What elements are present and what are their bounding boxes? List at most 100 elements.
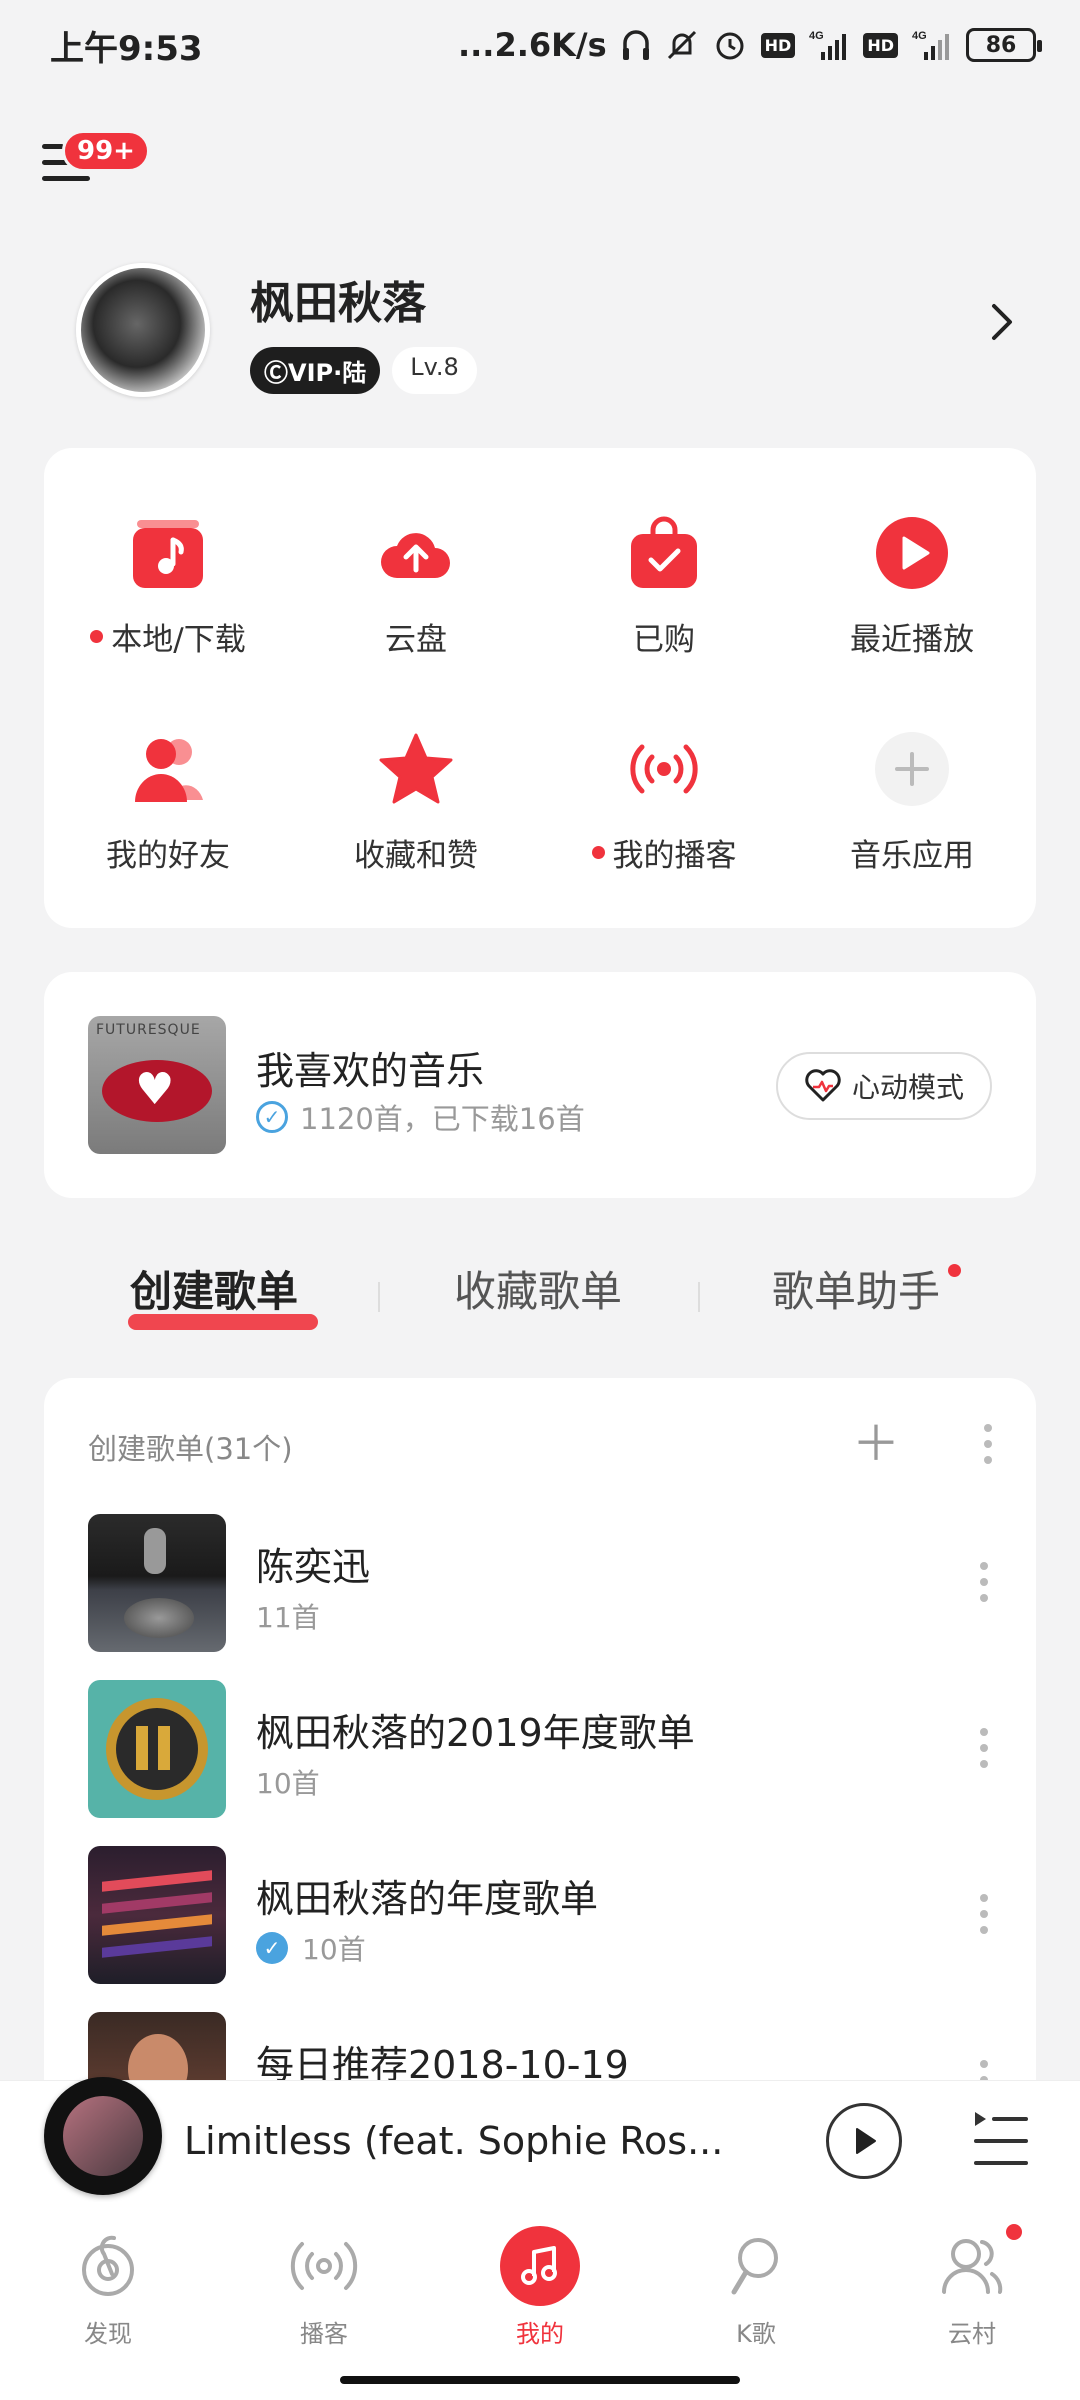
playlist-row[interactable]: 陈奕迅 11首	[88, 1514, 992, 1654]
grid-label: 本地/下载	[111, 622, 246, 658]
playlist-title: 枫田秋落的年度歌单	[256, 1877, 599, 1921]
liked-music-card[interactable]: FUTURESQUE ♥ 我喜欢的音乐 ✓ 1120首，已下载16首 心动模式	[44, 972, 1036, 1198]
more-icon[interactable]	[984, 1424, 992, 1464]
music-note-icon	[521, 2246, 557, 2285]
queue-play-icon	[975, 2112, 986, 2126]
playlists-header: 创建歌单(31个)	[88, 1432, 293, 1466]
playlist-cover	[88, 1514, 226, 1652]
liked-music-cover[interactable]: FUTURESQUE ♥	[88, 1016, 226, 1154]
status-icons: ...2.6K/s HD 4G HD 4G 86	[457, 26, 1042, 64]
battery-level: 86	[985, 32, 1017, 58]
play-button[interactable]	[826, 2103, 902, 2179]
network-speed: ...2.6K/s	[457, 26, 607, 64]
home-indicator[interactable]	[340, 2376, 740, 2384]
status-time: 上午9:53	[50, 28, 203, 69]
playlist-row[interactable]: 枫田秋落的2019年度歌单 10首	[88, 1680, 992, 1820]
nav-podcast[interactable]: 播客	[254, 2226, 394, 2349]
playlist-queue-button[interactable]	[974, 2111, 1028, 2171]
mini-player[interactable]: Limitless (feat. Sophie Ros...	[0, 2077, 1080, 2202]
grid-item-purchased[interactable]: 已购	[540, 514, 788, 659]
nav-discover[interactable]: 发现	[38, 2226, 178, 2349]
red-dot	[90, 630, 104, 643]
profile-name: 枫田秋落	[250, 277, 426, 329]
grid-label-row: 我的好友	[44, 830, 292, 875]
microphone-icon	[731, 2238, 778, 2295]
nav-community[interactable]: 云村	[902, 2224, 1042, 2349]
heartbeat-icon	[805, 1069, 841, 1102]
grid-item-favorites[interactable]: 收藏和赞	[292, 730, 540, 875]
more-icon[interactable]	[980, 1894, 988, 1934]
heart-mode-button[interactable]: 心动模式	[775, 1052, 992, 1120]
avatar[interactable]	[76, 263, 210, 397]
cloud-upload-icon	[381, 533, 450, 578]
notification-badge: 99+	[62, 130, 150, 172]
playlist-count: 10首	[256, 1767, 320, 1800]
playlist-count-row: ✓ 10首	[256, 1928, 366, 1968]
nav-mine[interactable]: 我的	[470, 2226, 610, 2349]
nav-label: 我的	[516, 2320, 564, 2348]
grid-item-local-download[interactable]: 本地/下载	[44, 514, 292, 659]
grid-item-recent-played[interactable]: 最近播放	[788, 514, 1036, 659]
grid-label-row: 收藏和赞	[292, 830, 540, 875]
grid-item-my-podcast[interactable]: 我的播客	[540, 730, 788, 875]
playlist-queue-icon	[992, 2117, 1028, 2121]
grid-label: 收藏和赞	[354, 838, 478, 874]
svg-text:4G: 4G	[912, 30, 927, 42]
hd-icon: HD	[863, 32, 898, 58]
mini-player-disc[interactable]	[44, 2077, 162, 2195]
svg-text:4G: 4G	[809, 30, 824, 42]
tab-divider	[698, 1282, 700, 1312]
playlist-cover	[88, 1846, 226, 1984]
star-icon	[379, 733, 453, 804]
playlist-title: 枫田秋落的2019年度歌单	[256, 1711, 695, 1755]
grid-item-cloud[interactable]: 云盘	[292, 514, 540, 659]
podcast-icon	[290, 2242, 358, 2290]
discover-icon	[82, 2235, 134, 2296]
level-badge[interactable]: Lv.8	[392, 346, 477, 394]
check-icon: ✓	[256, 1101, 288, 1133]
grid-label: 最近播放	[850, 622, 974, 658]
grid-label: 已购	[633, 622, 695, 658]
signal-4g-icon: 4G	[912, 30, 949, 60]
bottom-navigation: 发现 播客 我的 K歌 云村	[0, 2202, 1080, 2400]
red-dot	[1006, 2224, 1022, 2240]
podcast-icon	[630, 744, 698, 794]
grid-label-row: 音乐应用	[788, 830, 1036, 875]
grid-label: 云盘	[385, 622, 447, 658]
feature-grid: 本地/下载 云盘 已购 最近播放 我的好友 收藏和赞 我的播客 音乐应用	[44, 448, 1036, 928]
nav-karaoke[interactable]: K歌	[686, 2226, 826, 2349]
profile-row[interactable]: 枫田秋落 ⒸVIP·陆 Lv.8	[76, 262, 1016, 398]
heart-icon: ♥	[135, 1064, 175, 1115]
grid-label-row: 云盘	[292, 614, 540, 659]
mute-icon	[667, 30, 696, 60]
more-icon[interactable]	[980, 1728, 988, 1768]
tab-created-playlists[interactable]: 创建歌单	[130, 1258, 298, 1319]
grid-label: 音乐应用	[850, 838, 974, 874]
grid-item-music-apps[interactable]: 音乐应用	[788, 730, 1036, 875]
red-dot	[948, 1264, 961, 1277]
plus-icon	[875, 732, 949, 806]
tab-playlist-assistant[interactable]: 歌单助手	[772, 1258, 940, 1319]
menu-button[interactable]: 99+	[42, 130, 152, 200]
grid-label: 我的好友	[106, 838, 230, 874]
nav-label: 播客	[300, 2320, 348, 2348]
playlist-tabs: 创建歌单 收藏歌单 歌单助手	[0, 1258, 1080, 1338]
play-circle-icon	[876, 517, 948, 589]
created-playlists-card: 创建歌单(31个) ＋ 陈奕迅 11首 枫田秋落的2019年度歌单 10首 枫田…	[44, 1378, 1036, 2150]
nav-label: 发现	[84, 2320, 132, 2348]
verified-icon: ✓	[256, 1932, 288, 1964]
playlist-row[interactable]: 枫田秋落的年度歌单 ✓ 10首	[88, 1846, 992, 1986]
more-icon[interactable]	[980, 1562, 988, 1602]
grid-label-row: 我的播客	[540, 830, 788, 875]
chevron-right-icon[interactable]	[988, 302, 1016, 342]
grid-label-row: 最近播放	[788, 614, 1036, 659]
tab-collected-playlists[interactable]: 收藏歌单	[454, 1258, 622, 1319]
grid-item-friends[interactable]: 我的好友	[44, 730, 292, 875]
liked-music-subtitle-row: ✓ 1120首，已下载16首	[256, 1096, 585, 1138]
cover-text: FUTURESQUE	[96, 1022, 201, 1038]
liked-music-title: 我喜欢的音乐	[256, 1049, 485, 1093]
nav-label: 云村	[948, 2320, 996, 2348]
add-playlist-button[interactable]: ＋	[852, 1420, 900, 1468]
nav-active-bubble	[500, 2226, 580, 2306]
vip-badge[interactable]: ⒸVIP·陆	[250, 346, 381, 394]
